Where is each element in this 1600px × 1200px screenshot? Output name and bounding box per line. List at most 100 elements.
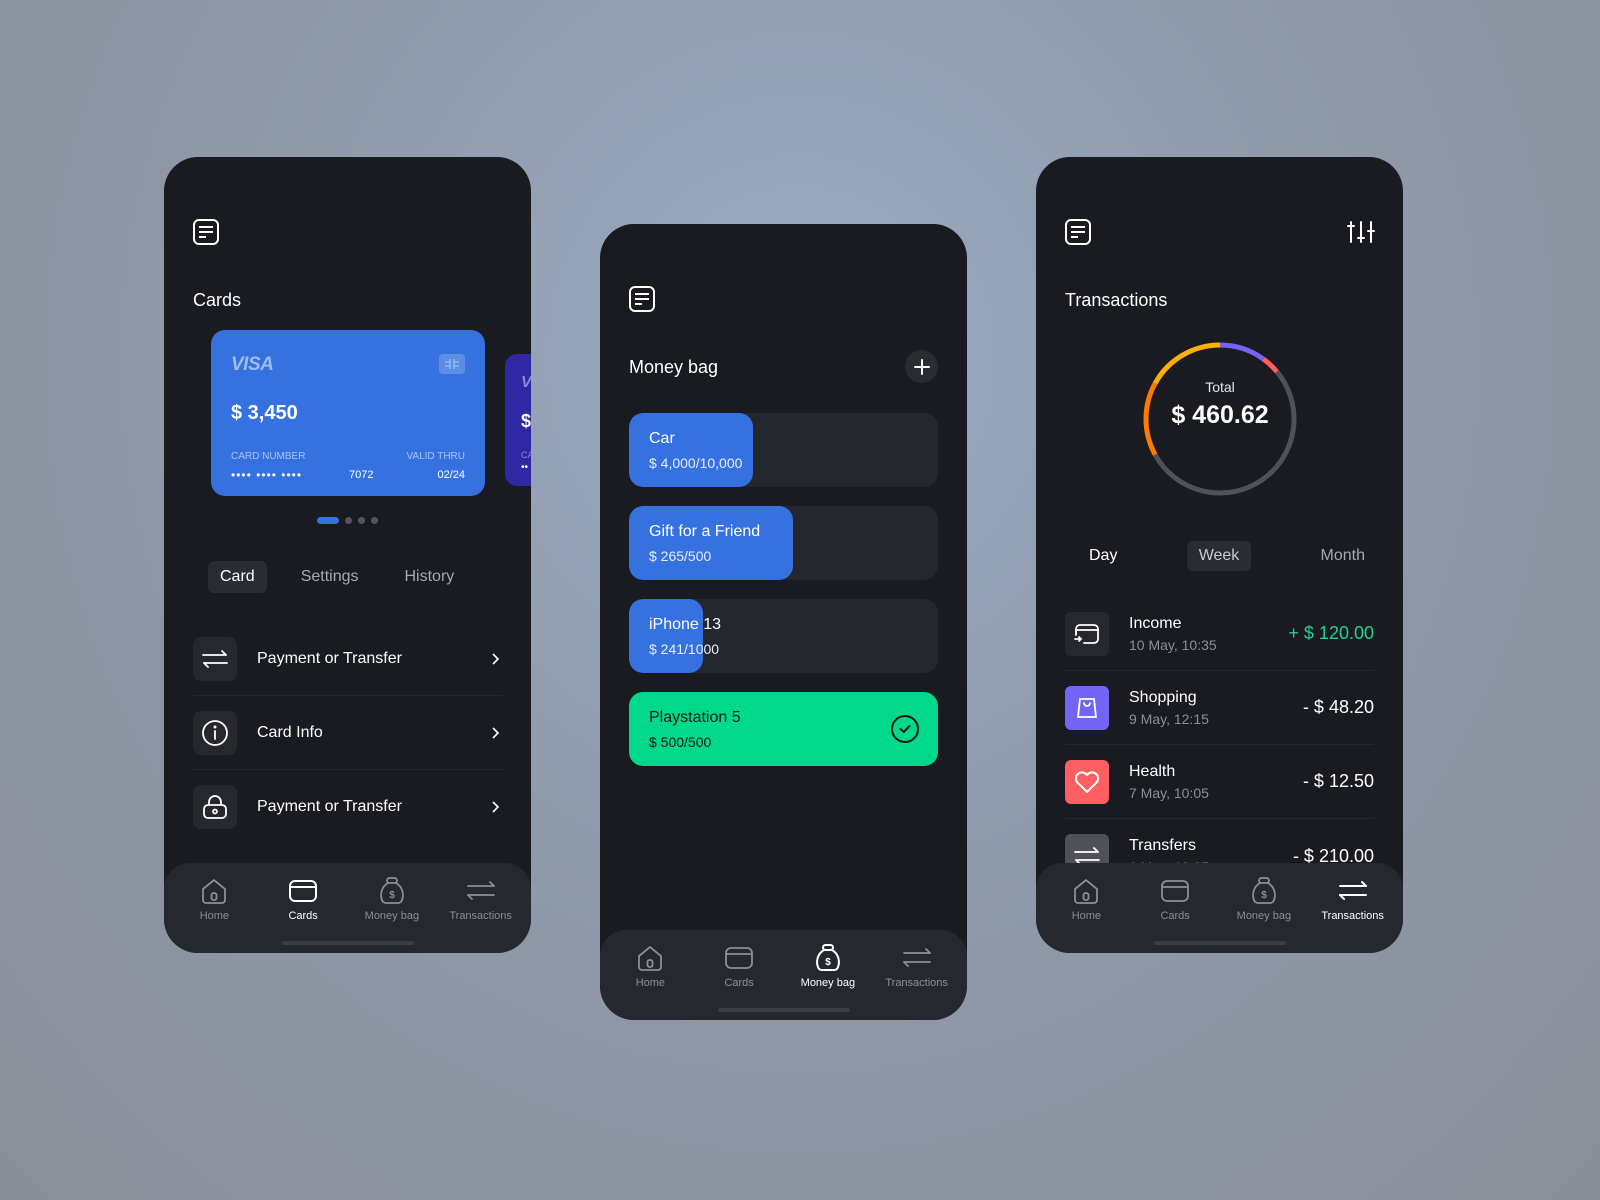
- menu-item-payment-transfer[interactable]: Payment or Transfer: [193, 622, 503, 696]
- card-tabs: Card Settings History: [208, 561, 488, 593]
- card-menu: Payment or Transfer Card Info Payment or…: [193, 622, 503, 844]
- home-icon: [1074, 878, 1099, 904]
- shopping-bag-icon: [1065, 685, 1109, 730]
- transaction-amount: + $ 120.00: [1288, 623, 1374, 643]
- card-icon: [289, 880, 318, 902]
- heart-icon: [1065, 759, 1109, 804]
- transfer-icon: [902, 948, 931, 967]
- goal-item[interactable]: iPhone 13 $ 241/1000: [629, 599, 938, 673]
- bottom-nav: Home Cards $ Money bag Transactions: [164, 863, 531, 953]
- goal-item[interactable]: Car $ 4,000/10,000: [629, 413, 938, 487]
- goal-progress-fill: [629, 413, 753, 487]
- home-indicator: [281, 941, 414, 945]
- next-card[interactable]: V $ CA ••: [505, 354, 531, 486]
- goal-amount: $ 265/500: [649, 548, 712, 564]
- card-income-icon: [1065, 611, 1109, 656]
- add-goal-button[interactable]: [905, 350, 938, 383]
- home-icon: [202, 878, 227, 904]
- card-number-masked: ••: [521, 462, 529, 473]
- menu-item-label: Payment or Transfer: [257, 649, 402, 667]
- goal-progress-fill: [629, 506, 793, 580]
- nav-money-bag[interactable]: $ Money bag: [348, 875, 436, 922]
- menu-icon[interactable]: [1064, 218, 1092, 246]
- transaction-name: Shopping: [1129, 688, 1197, 706]
- nav-home[interactable]: Home: [1042, 875, 1130, 922]
- nav-home[interactable]: Home: [170, 875, 258, 922]
- bottom-nav: Home Cards $ Money bag Transactions: [600, 930, 967, 1020]
- card-pager[interactable]: [317, 517, 378, 524]
- nav-label: Home: [635, 977, 666, 989]
- cards-screen: Cards VISA $ 3,450 CARD NUMBER VALID THR…: [164, 157, 531, 953]
- donut-segment: [1152, 342, 1221, 385]
- donut-segment: [1261, 357, 1279, 374]
- nav-label: Transactions: [449, 910, 512, 922]
- menu-item-card-info[interactable]: Card Info: [193, 696, 503, 770]
- transaction-row[interactable]: Shopping 9 May, 12:15 - $ 48.20: [1065, 671, 1374, 745]
- nav-label: Home: [199, 910, 230, 922]
- visa-logo: VISA: [231, 354, 274, 375]
- home-indicator: [717, 1008, 850, 1012]
- menu-icon[interactable]: [628, 285, 656, 313]
- nav-transactions[interactable]: Transactions: [1309, 875, 1397, 922]
- nav-home[interactable]: Home: [606, 942, 694, 989]
- card-balance: $: [521, 411, 531, 431]
- pager-dot[interactable]: [371, 517, 378, 524]
- card-number-masked: •••• •••• ••••: [231, 468, 303, 482]
- period-week[interactable]: Week: [1186, 541, 1252, 571]
- svg-text:$: $: [825, 957, 831, 968]
- goal-item[interactable]: Gift for a Friend $ 265/500: [629, 506, 938, 580]
- nav-cards[interactable]: Cards: [1131, 875, 1219, 922]
- nav-label: Cards: [1160, 910, 1190, 922]
- transfer-icon: [193, 636, 237, 681]
- money-bag-icon: $: [380, 877, 404, 904]
- period-day[interactable]: Day: [1077, 541, 1129, 571]
- plus-icon: [913, 358, 930, 375]
- nav-label: Money bag: [364, 910, 420, 922]
- filter-sliders-icon[interactable]: [1346, 218, 1376, 246]
- transaction-amount: - $ 12.50: [1302, 771, 1374, 791]
- nav-money-bag[interactable]: $ Money bag: [1220, 875, 1308, 922]
- goal-amount: $ 500/500: [649, 734, 712, 750]
- card-number-label: CA: [521, 450, 531, 460]
- visa-logo: V: [521, 374, 531, 391]
- transaction-date: 10 May, 10:35: [1129, 636, 1217, 653]
- bottom-nav: Home Cards $ Money bag Transactions: [1036, 863, 1403, 953]
- transaction-row[interactable]: Health 7 May, 10:05 - $ 12.50: [1065, 745, 1374, 819]
- svg-text:$: $: [1261, 890, 1267, 901]
- nav-label: Home: [1071, 910, 1102, 922]
- tab-history[interactable]: History: [393, 561, 467, 593]
- period-selector: Day Week Month: [1077, 541, 1377, 571]
- pager-dot[interactable]: [345, 517, 352, 524]
- nav-cards[interactable]: Cards: [259, 875, 347, 922]
- nav-cards[interactable]: Cards: [695, 942, 783, 989]
- pager-dot[interactable]: [358, 517, 365, 524]
- info-icon: [193, 710, 237, 755]
- nav-transactions[interactable]: Transactions: [437, 875, 525, 922]
- money-bag-icon: $: [815, 944, 840, 971]
- goal-item-complete[interactable]: Playstation 5 $ 500/500: [629, 692, 938, 766]
- lock-icon: [193, 785, 237, 829]
- transaction-row[interactable]: Income 10 May, 10:35 + $ 120.00: [1065, 597, 1374, 671]
- transaction-name: Health: [1129, 762, 1176, 780]
- period-month[interactable]: Month: [1309, 541, 1377, 571]
- menu-item-payment-transfer-lock[interactable]: Payment or Transfer: [193, 770, 503, 844]
- tab-card[interactable]: Card: [208, 561, 267, 593]
- tab-settings[interactable]: Settings: [289, 561, 371, 593]
- menu-icon[interactable]: [192, 218, 220, 246]
- check-circle-icon: [891, 715, 919, 743]
- nav-transactions[interactable]: Transactions: [873, 942, 961, 989]
- menu-item-label: Card Info: [257, 723, 323, 741]
- nav-label: Cards: [288, 910, 318, 922]
- nav-label: Transactions: [1321, 910, 1384, 922]
- transaction-list: Income 10 May, 10:35 + $ 120.00 Shopping…: [1065, 597, 1374, 893]
- chevron-right-icon: [492, 652, 500, 665]
- page-title: Money bag: [629, 357, 719, 377]
- pager-dot[interactable]: [317, 517, 339, 524]
- nav-label: Money bag: [800, 977, 856, 989]
- nav-money-bag[interactable]: $ Money bag: [784, 942, 872, 989]
- transaction-amount: - $ 48.20: [1302, 697, 1374, 717]
- credit-card[interactable]: VISA $ 3,450 CARD NUMBER VALID THRU ••••…: [211, 330, 485, 496]
- goal-progress-fill: [629, 599, 704, 673]
- nav-label: Money bag: [1236, 910, 1292, 922]
- donut-segment: [1219, 342, 1265, 362]
